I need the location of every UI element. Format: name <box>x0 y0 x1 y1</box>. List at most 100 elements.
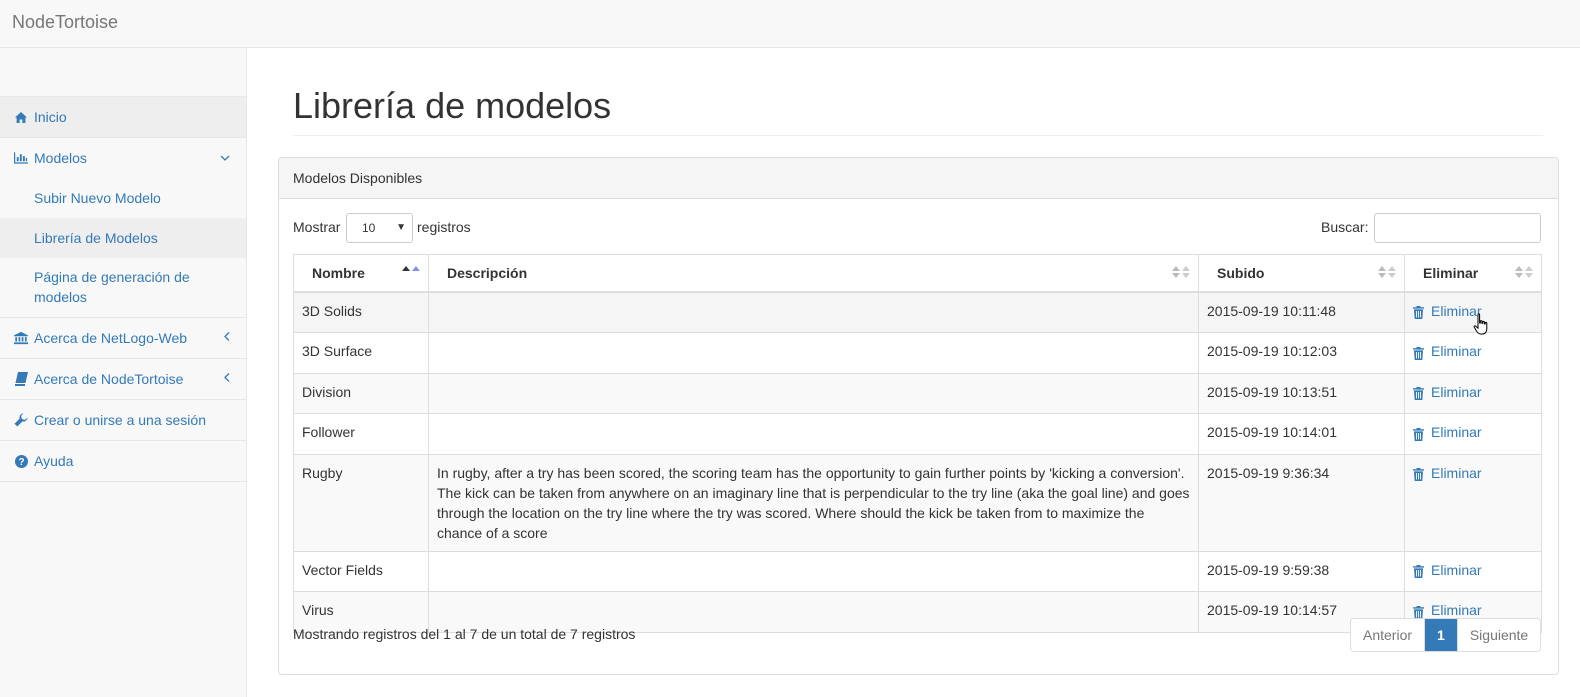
cell-action: Eliminar <box>1404 332 1542 374</box>
table-row: 3D Solids 2015-09-19 10:11:48 Eliminar <box>293 291 1542 333</box>
sort-icon <box>1172 266 1190 280</box>
trash-icon <box>1413 426 1424 441</box>
column-header-subido[interactable]: Subido <box>1198 254 1405 293</box>
sidebar-item-label: Crear o unirse a una sesión <box>34 412 206 428</box>
chevron-left-icon <box>224 373 230 386</box>
delete-model-link[interactable]: Eliminar <box>1413 463 1482 483</box>
hand-cursor-icon <box>1473 313 1491 337</box>
column-header-label: Descripción <box>447 265 528 281</box>
length-label: Mostrar <box>293 219 341 235</box>
wrench-icon <box>14 413 28 427</box>
pagination-prev[interactable]: Anterior <box>1351 619 1426 651</box>
cell-uploaded: 2015-09-19 10:13:51 <box>1198 372 1405 414</box>
sidebar-item-label: Inicio <box>34 109 67 125</box>
pagination-next[interactable]: Siguiente <box>1457 619 1541 651</box>
cell-action: Eliminar <box>1404 550 1542 592</box>
sort-icon <box>1378 266 1396 280</box>
pagination: Anterior 1 Siguiente <box>1350 618 1542 652</box>
page-length-select[interactable]: 10 ▼ <box>346 213 413 243</box>
question-circle-icon: ? <box>14 454 28 468</box>
table-header-row: Nombre Descripción Subido Eliminar <box>293 254 1542 293</box>
sidebar-item-pagina-generacion[interactable]: Página de generación de modelos <box>0 258 246 318</box>
page-title: Librería de modelos <box>293 85 612 126</box>
delete-model-link[interactable]: Eliminar <box>1413 600 1482 620</box>
sidebar-item-label: Modelos <box>34 150 87 166</box>
sidebar-item-modelos[interactable]: Modelos <box>0 138 246 178</box>
cell-description <box>428 550 1199 592</box>
trash-icon <box>1413 345 1424 360</box>
cell-description <box>428 332 1199 374</box>
brand-link[interactable]: NodeTortoise <box>12 12 118 32</box>
delete-model-link[interactable]: Eliminar <box>1413 560 1482 580</box>
panel-heading: Modelos Disponibles <box>279 158 1558 199</box>
sidebar-item-label: Ayuda <box>34 453 74 469</box>
sort-asc-icon <box>402 266 420 280</box>
delete-label: Eliminar <box>1431 424 1482 440</box>
cell-description <box>428 413 1199 455</box>
search-input[interactable] <box>1374 213 1541 243</box>
title-divider <box>293 135 1543 136</box>
trash-icon <box>1413 466 1424 481</box>
delete-label: Eliminar <box>1431 383 1482 400</box>
cell-uploaded: 2015-09-19 10:12:03 <box>1198 332 1405 374</box>
sidebar-item-inicio[interactable]: Inicio <box>0 96 246 138</box>
top-navbar: NodeTortoise <box>0 0 1580 48</box>
table-info: Mostrando registros del 1 al 7 de un tot… <box>293 626 636 642</box>
column-header-label: Subido <box>1217 265 1265 281</box>
table-row: Rugby In rugby, after a try has been scor… <box>293 453 1542 552</box>
sidebar-item-libreria-de-modelos[interactable]: Librería de Modelos <box>0 218 246 258</box>
sidebar-item-acerca-nodetortoise[interactable]: Acerca de NodeTortoise <box>0 359 246 400</box>
cell-uploaded: 2015-09-19 9:36:34 <box>1198 453 1405 552</box>
column-header-label: Nombre <box>312 265 365 281</box>
cell-description <box>428 291 1199 333</box>
page-length-value: 10 <box>362 221 376 235</box>
cell-description: In rugby, after a try has been scored, t… <box>428 453 1199 552</box>
sidebar-item-label: Página de generación de modelos <box>34 269 190 305</box>
chevron-down-icon <box>220 152 230 164</box>
cell-description <box>428 372 1199 414</box>
sidebar-item-ayuda[interactable]: ? Ayuda <box>0 441 246 482</box>
delete-label: Eliminar <box>1431 561 1482 578</box>
sidebar-item-crear-sesion[interactable]: Crear o unirse a una sesión <box>0 400 246 441</box>
table-row: Vector Fields 2015-09-19 9:59:38 Eliminar <box>293 550 1542 592</box>
sidebar-item-label: Acerca de NodeTortoise <box>34 371 184 387</box>
home-icon <box>14 110 28 124</box>
cell-name: Rugby <box>293 453 429 552</box>
models-table: Nombre Descripción Subido Eliminar 3D So… <box>293 254 1542 633</box>
pagination-page-1[interactable]: 1 <box>1425 619 1458 651</box>
delete-label: Eliminar <box>1431 343 1482 359</box>
cell-name: 3D Surface <box>293 332 429 374</box>
trash-icon <box>1413 604 1424 619</box>
column-header-descripcion[interactable]: Descripción <box>428 254 1199 293</box>
column-header-nombre[interactable]: Nombre <box>293 254 429 293</box>
delete-model-link[interactable]: Eliminar <box>1413 341 1482 361</box>
table-row: Follower 2015-09-19 10:14:01 Eliminar <box>293 413 1542 455</box>
delete-model-link[interactable]: Eliminar <box>1413 422 1482 442</box>
table-row: 3D Surface 2015-09-19 10:12:03 Eliminar <box>293 332 1542 374</box>
cell-uploaded: 2015-09-19 9:59:38 <box>1198 550 1405 592</box>
search-label: Buscar: <box>1321 219 1369 235</box>
table-row: Division 2015-09-19 10:13:51 Eliminar <box>293 372 1542 414</box>
delete-model-link[interactable]: Eliminar <box>1413 301 1482 321</box>
cell-name: Follower <box>293 413 429 455</box>
sidebar-item-label: Librería de Modelos <box>34 230 158 246</box>
book-icon <box>14 372 28 386</box>
column-header-eliminar[interactable]: Eliminar <box>1404 254 1542 293</box>
svg-text:?: ? <box>18 457 24 468</box>
sidebar-item-subir-nuevo-modelo[interactable]: Subir Nuevo Modelo <box>0 178 246 218</box>
delete-label: Eliminar <box>1431 464 1482 481</box>
column-header-label: Eliminar <box>1423 265 1479 281</box>
cell-uploaded: 2015-09-19 10:14:01 <box>1198 413 1405 455</box>
chevron-left-icon <box>224 332 230 345</box>
bank-icon <box>14 331 28 345</box>
panel-title: Modelos Disponibles <box>293 170 423 186</box>
delete-model-link[interactable]: Eliminar <box>1413 382 1482 402</box>
sidebar-item-acerca-netlogo-web[interactable]: Acerca de NetLogo-Web <box>0 318 246 359</box>
cell-uploaded: 2015-09-19 10:11:48 <box>1198 291 1405 333</box>
sidebar-item-label: Subir Nuevo Modelo <box>34 190 161 206</box>
bar-chart-icon <box>14 151 28 165</box>
cell-action: Eliminar <box>1404 453 1542 552</box>
length-suffix: registros <box>417 219 471 235</box>
delete-label: Eliminar <box>1431 602 1482 618</box>
cell-action: Eliminar <box>1404 372 1542 414</box>
